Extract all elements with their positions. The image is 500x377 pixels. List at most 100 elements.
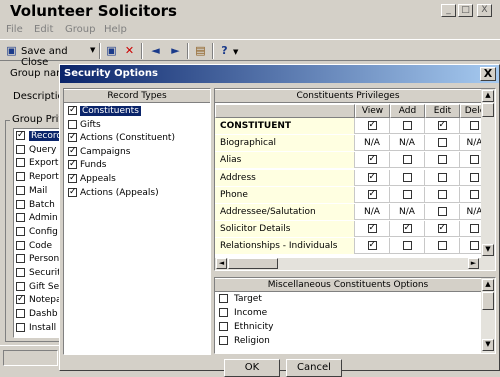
privileges-horizontal-scrollbar[interactable]: ◄ ►	[215, 258, 495, 270]
ok-button[interactable]: OK	[224, 359, 280, 377]
privilege-checkbox[interactable]: ✓	[367, 155, 377, 165]
menu-group[interactable]: Group	[65, 24, 95, 35]
group-list-checkbox[interactable]	[16, 254, 25, 264]
delete-icon[interactable]: ✕	[122, 44, 137, 58]
group-list-checkbox[interactable]: ✓	[16, 131, 25, 140]
misc-option-item[interactable]: Ethnicity	[219, 322, 273, 335]
scroll-thumb[interactable]	[482, 292, 494, 310]
privilege-cell[interactable]	[390, 152, 425, 169]
scroll-thumb-h[interactable]	[228, 258, 278, 269]
scroll-up-icon[interactable]: ▲	[482, 279, 494, 291]
scroll-left-icon[interactable]: ◄	[216, 258, 227, 269]
group-list-checkbox[interactable]	[16, 322, 25, 332]
privilege-checkbox[interactable]: ✓	[367, 224, 377, 234]
privilege-checkbox[interactable]	[402, 241, 412, 251]
privilege-checkbox[interactable]	[437, 189, 447, 199]
privilege-checkbox[interactable]	[402, 155, 412, 165]
group-list-checkbox[interactable]	[16, 158, 25, 168]
misc-option-checkbox[interactable]	[219, 308, 228, 317]
privilege-cell[interactable]: ✓	[425, 118, 460, 134]
record-type-checkbox[interactable]: ✓	[68, 174, 77, 183]
record-type-checkbox[interactable]: ✓	[68, 160, 77, 170]
record-type-checkbox[interactable]: ✓	[68, 187, 77, 197]
privilege-cell[interactable]: ✓	[425, 221, 460, 238]
group-list-checkbox[interactable]	[16, 268, 25, 277]
record-type-item[interactable]: ✓ Constituents	[68, 106, 141, 119]
privilege-checkbox[interactable]	[437, 138, 447, 148]
misc-option-checkbox[interactable]	[219, 294, 228, 303]
record-type-checkbox[interactable]: ✓	[68, 146, 77, 156]
misc-options-list[interactable]: Target Income Ethnicity Religion	[215, 294, 481, 353]
group-list-checkbox[interactable]	[16, 199, 25, 209]
privilege-checkbox[interactable]: ✓	[402, 224, 412, 234]
privilege-checkbox[interactable]	[402, 189, 412, 199]
privilege-cell[interactable]	[390, 186, 425, 203]
group-list-checkbox[interactable]: ✓	[16, 295, 25, 305]
group-list-checkbox[interactable]	[16, 226, 25, 236]
privilege-cell[interactable]: ✓	[355, 118, 390, 134]
record-type-checkbox[interactable]: ✓	[68, 106, 77, 115]
privilege-checkbox[interactable]	[437, 155, 447, 165]
column-add[interactable]: Add	[390, 104, 425, 118]
menu-file[interactable]: File	[6, 24, 23, 35]
privilege-cell[interactable]	[390, 238, 425, 255]
save-and-close-button[interactable]: ▣ Save and Close ▼	[4, 42, 97, 68]
privilege-checkbox[interactable]	[470, 241, 479, 251]
privilege-checkbox[interactable]	[437, 241, 447, 251]
misc-option-item[interactable]: Religion	[219, 336, 270, 349]
privileges-vertical-scrollbar[interactable]: ▲ ▼	[481, 89, 495, 258]
scroll-down-icon[interactable]: ▼	[482, 244, 494, 256]
group-list-checkbox[interactable]	[16, 185, 25, 195]
save-icon[interactable]: ▣	[104, 44, 119, 58]
chevron-down-icon[interactable]: ▼	[233, 48, 238, 56]
misc-option-checkbox[interactable]	[219, 336, 228, 345]
privilege-cell[interactable]	[425, 186, 460, 203]
group-list-checkbox[interactable]	[16, 213, 25, 223]
privilege-cell[interactable]: ✓	[355, 152, 390, 169]
privilege-checkbox[interactable]	[437, 172, 447, 182]
record-type-item[interactable]: ✓ Appeals	[68, 174, 116, 187]
maximize-button[interactable]: □	[458, 4, 473, 17]
record-type-checkbox[interactable]: ✓	[68, 133, 77, 143]
record-types-list[interactable]: ✓ Constituents Gifts ✓ Actions (Constituent)…	[64, 104, 210, 354]
scroll-right-icon[interactable]: ►	[468, 258, 479, 269]
privilege-checkbox[interactable]: ✓	[367, 241, 377, 251]
record-type-item[interactable]: ✓ Actions (Constituent)	[68, 133, 175, 146]
privilege-cell[interactable]	[390, 118, 425, 134]
misc-option-checkbox[interactable]	[219, 322, 228, 331]
misc-option-item[interactable]: Income	[219, 308, 267, 321]
privilege-checkbox[interactable]	[437, 207, 447, 216]
privilege-checkbox[interactable]: ✓	[437, 121, 447, 130]
group-list-checkbox[interactable]	[16, 309, 25, 319]
scroll-down-icon[interactable]: ▼	[482, 339, 494, 351]
properties-icon[interactable]: ▤	[193, 44, 208, 58]
group-list-checkbox[interactable]	[16, 172, 25, 182]
privilege-checkbox[interactable]	[470, 121, 479, 130]
minimize-button[interactable]: _	[441, 4, 456, 17]
privilege-checkbox[interactable]	[402, 172, 412, 182]
group-list-checkbox[interactable]	[16, 144, 25, 154]
column-view[interactable]: View	[355, 104, 390, 118]
group-list-checkbox[interactable]	[16, 240, 25, 250]
column-edit[interactable]: Edit	[425, 104, 460, 118]
record-type-item[interactable]: ✓ Actions (Appeals)	[68, 187, 159, 201]
privilege-cell[interactable]	[425, 135, 460, 152]
dialog-close-button[interactable]: X	[480, 67, 496, 81]
privilege-cell[interactable]	[425, 204, 460, 220]
privilege-cell[interactable]: ✓	[355, 169, 390, 186]
scroll-thumb[interactable]	[482, 103, 494, 117]
close-app-button[interactable]: X	[477, 4, 492, 17]
privilege-cell[interactable]: ✓	[355, 186, 390, 203]
privilege-checkbox[interactable]	[470, 189, 479, 199]
privilege-cell[interactable]	[390, 169, 425, 186]
privilege-checkbox[interactable]: ✓	[367, 172, 377, 182]
record-type-item[interactable]: ✓ Funds	[68, 160, 107, 173]
group-list-checkbox[interactable]	[16, 281, 25, 291]
record-type-item[interactable]: Gifts	[68, 119, 101, 133]
cancel-button[interactable]: Cancel	[286, 359, 342, 377]
privilege-checkbox[interactable]	[470, 172, 479, 182]
record-type-item[interactable]: ✓ Campaigns	[68, 146, 130, 160]
privilege-checkbox[interactable]	[470, 155, 479, 165]
privilege-cell[interactable]: ✓	[355, 238, 390, 255]
help-icon[interactable]: ?	[217, 44, 232, 58]
